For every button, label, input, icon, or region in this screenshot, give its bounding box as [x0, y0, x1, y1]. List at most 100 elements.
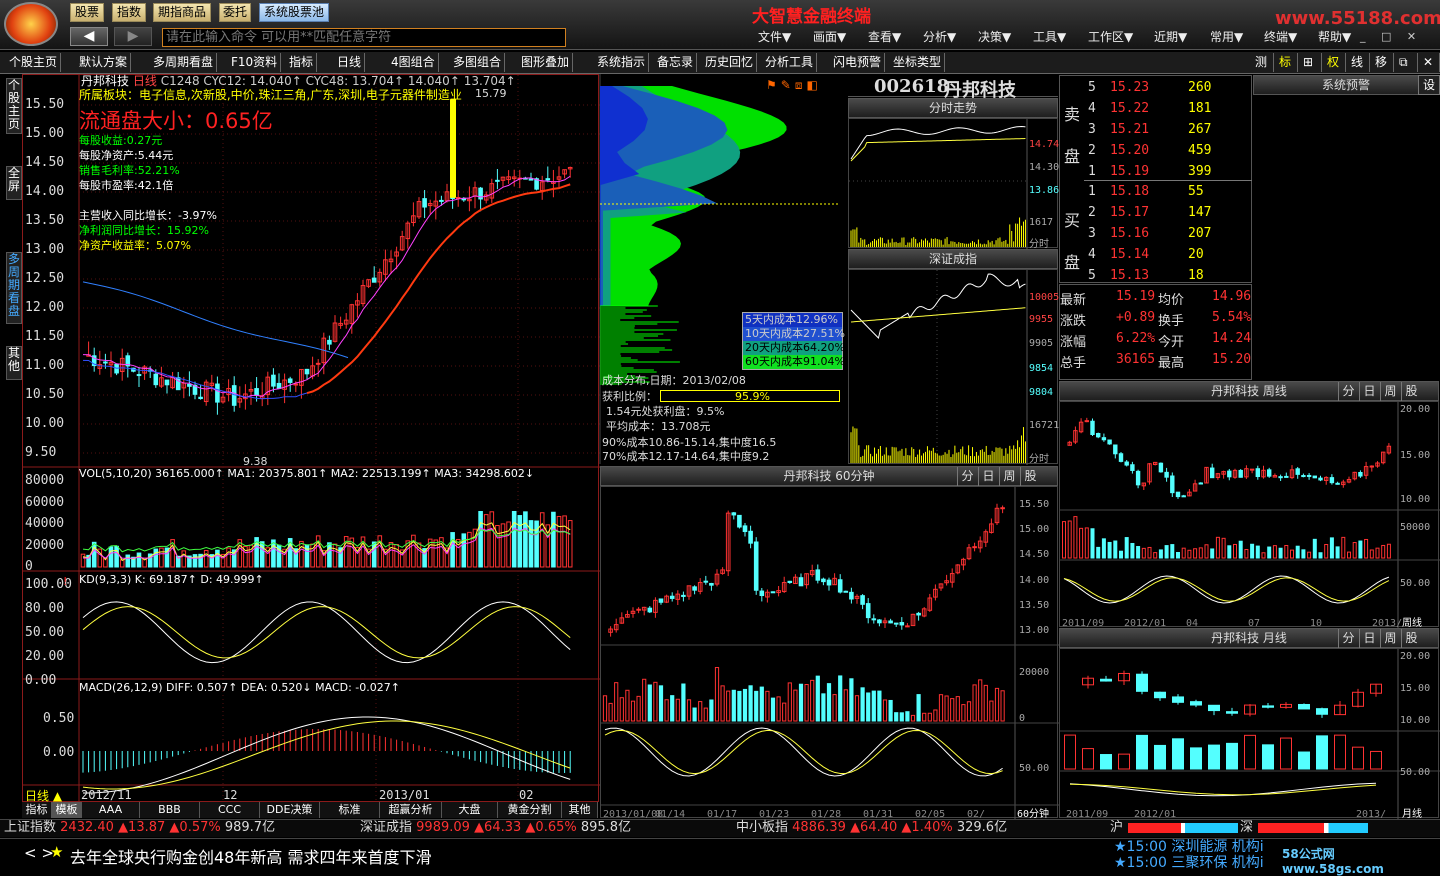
order-row[interactable]: 1 15.18 55 [1088, 184, 1204, 199]
index-sme[interactable]: 中小板指 4886.39 ▲64.40 ▲1.40% 329.6亿 [736, 820, 1007, 836]
order-row[interactable]: 5 15.13 18 [1088, 268, 1204, 283]
menu-help[interactable]: 帮助▼ [1318, 29, 1351, 45]
stock-button[interactable]: 股票 [70, 3, 104, 22]
monthly-btn-fen[interactable]: 分 [1338, 629, 1358, 649]
order-row[interactable]: 3 15.21 267 [1088, 122, 1211, 137]
m60-btn-stock[interactable]: 股 [1020, 467, 1040, 487]
line-tool[interactable]: 线 [1348, 53, 1370, 72]
order-row[interactable]: 4 15.14 20 [1088, 247, 1204, 262]
tab-memo[interactable]: 备忘录 [654, 53, 698, 72]
cost-distribution-panel[interactable]: ⚑✎⧈◧ 5天内成本12.96% 10天内成本27.51% 20天内成本64.2… [599, 74, 846, 464]
weekly-btn-stock[interactable]: 股 [1401, 382, 1421, 402]
bottom-tab-market[interactable]: 大盘 [442, 802, 498, 818]
order-row[interactable]: 4 15.22 181 [1088, 101, 1211, 116]
news-item-1[interactable]: ★15:00 深圳能源 机构i [1114, 839, 1264, 855]
alert-marker-icon[interactable]: ! [63, 575, 67, 588]
window-controls[interactable]: _ □ ✕ [1360, 30, 1422, 43]
bottom-tab-dde[interactable]: DDE决策 [260, 802, 320, 818]
side-tab-multiperiod[interactable]: 多周期看盘 [6, 252, 22, 324]
menu-screen[interactable]: 画面▼ [813, 29, 846, 45]
intraday-header[interactable]: 分时走势 [848, 98, 1058, 118]
tab-f10[interactable]: F10资料 [228, 53, 282, 72]
measure-tool[interactable]: 测 [1252, 53, 1274, 72]
bottom-tab-bbb[interactable]: BBB [140, 802, 200, 818]
weekly-btn-week[interactable]: 周 [1380, 382, 1400, 402]
tab-flash-alert[interactable]: 闪电预警 [830, 53, 886, 72]
menu-file[interactable]: 文件▼ [758, 29, 791, 45]
side-tab-home[interactable]: 个股主页 [6, 78, 22, 134]
index-sz[interactable]: 深证成指 9989.09 ▲64.33 ▲0.65% 895.8亿 [360, 820, 631, 836]
order-row[interactable]: 2 15.17 147 [1088, 205, 1211, 220]
back-icon[interactable]: ◀ [70, 27, 108, 46]
m60-btn-week[interactable]: 周 [999, 467, 1019, 487]
rights-tool[interactable]: 权 [1324, 53, 1346, 72]
bottom-tab-template[interactable]: 模板 [52, 802, 82, 818]
menu-workspace[interactable]: 工作区▼ [1088, 29, 1133, 45]
menu-common[interactable]: 常用▼ [1210, 29, 1243, 45]
futures-button[interactable]: 期指商品 [153, 3, 211, 22]
side-tab-other[interactable]: 其他 [6, 346, 22, 380]
tab-home[interactable]: 个股主页 [6, 53, 62, 72]
weekly-btn-day[interactable]: 日 [1359, 382, 1379, 402]
m60-btn-fen[interactable]: 分 [957, 467, 977, 487]
weekly-chart[interactable]: 2011/09 2012/01 04 07 10 2013/ 20.00 15.00 10.0… [1059, 401, 1440, 629]
bottom-tab-other[interactable]: 其他 [562, 802, 598, 818]
move-tool[interactable]: 移 [1372, 53, 1394, 72]
tab-overlay[interactable]: 图形叠加 [518, 53, 574, 72]
menu-decision[interactable]: 决策▼ [978, 29, 1011, 45]
intraday-chart[interactable]: 14.74 14.30 13.86 1617 分时 [848, 118, 1059, 250]
forward-icon[interactable]: ▶ [114, 27, 152, 46]
m60-btn-day[interactable]: 日 [978, 467, 998, 487]
order-row[interactable]: 3 15.16 207 [1088, 226, 1211, 241]
tab-axis-type[interactable]: 坐标类型 [890, 53, 946, 72]
alert-settings-button[interactable]: 设 [1418, 75, 1440, 95]
monthly-btn-stock[interactable]: 股 [1401, 629, 1421, 649]
bottom-tab-golden[interactable]: 黄金分割 [498, 802, 562, 818]
alert-header[interactable]: 系统预警 [1253, 75, 1439, 95]
menu-terminal[interactable]: 终端▼ [1264, 29, 1297, 45]
weekly-btn-fen[interactable]: 分 [1338, 382, 1358, 402]
ticker-text[interactable]: 去年全球央行购金创48年新高 需求四年来首度下滑 [70, 844, 431, 868]
order-row[interactable]: 5 15.23 260 [1088, 80, 1211, 95]
window-tool[interactable]: ⧉ [1396, 53, 1418, 72]
monthly-header[interactable]: 丹邦科技 月线 分 日 周 股 [1059, 628, 1439, 649]
monthly-btn-week[interactable]: 周 [1380, 629, 1400, 649]
daily-chart-panel[interactable]: 2012/11 12 2013/01 02 丹邦科技 日线 C1248 CYC12: … [22, 74, 600, 803]
command-input[interactable]: 请在此输入命令 可以用**匹配任意字符 [162, 28, 566, 47]
trade-button[interactable]: 委托 [219, 3, 251, 22]
index-sh[interactable]: 上证指数 2432.40 ▲13.87 ▲0.57% 989.7亿 [4, 820, 275, 836]
szindex-chart[interactable]: 10005 9955 9905 9854 9804 16721 分时 [848, 269, 1059, 465]
bottom-tab-standard[interactable]: 标准 [320, 802, 380, 818]
m60-header[interactable]: 丹邦科技 60分钟 分 日 周 股 [600, 466, 1058, 487]
szindex-header[interactable]: 深证成指 [848, 249, 1058, 269]
tab-analysis-tools[interactable]: 分析工具 [762, 53, 818, 72]
m60-chart[interactable]: 2013/01/08 01/14 01/17 01/23 01/28 01/31 02/05… [600, 486, 1059, 820]
bottom-tab-ccc[interactable]: CCC [200, 802, 260, 818]
index-button[interactable]: 指数 [112, 3, 146, 22]
tab-4chart[interactable]: 4图组合 [388, 53, 439, 72]
tab-history[interactable]: 历史回忆 [702, 53, 758, 72]
tab-system[interactable]: 系统指示 [594, 53, 650, 72]
stock-pool-button[interactable]: 系统股票池 [259, 3, 329, 22]
close-tool[interactable]: ✕ [1420, 53, 1440, 72]
order-row[interactable]: 2 15.20 459 [1088, 143, 1211, 158]
news-item-2[interactable]: ★15:00 三聚环保 机构i [1114, 855, 1264, 871]
order-row[interactable]: 1 15.19 399 [1088, 164, 1211, 179]
tab-multichart[interactable]: 多图组合 [450, 53, 506, 72]
bottom-tab-indicator[interactable]: 指标 [22, 802, 52, 818]
menu-view[interactable]: 查看▼ [868, 29, 901, 45]
bottom-tab-aaa[interactable]: AAA [82, 802, 140, 818]
monthly-chart[interactable]: 2011/09 2012/01 2013/ 20.00 15.00 10.00 50.00… [1059, 648, 1440, 820]
monthly-btn-day[interactable]: 日 [1359, 629, 1379, 649]
menu-recent[interactable]: 近期▼ [1154, 29, 1187, 45]
cost-toolbar-icons[interactable]: ⚑✎⧈◧ [766, 78, 822, 93]
tab-default[interactable]: 默认方案 [76, 53, 132, 72]
menu-analysis[interactable]: 分析▼ [923, 29, 956, 45]
weekly-header[interactable]: 丹邦科技 周线 分 日 周 股 [1059, 381, 1439, 402]
mark-tool[interactable]: 标 [1276, 53, 1298, 72]
side-tab-fullscreen[interactable]: 全屏 [6, 166, 22, 200]
app-logo[interactable] [4, 2, 58, 46]
tab-daily[interactable]: 日线 [334, 53, 366, 72]
menu-tools[interactable]: 工具▼ [1033, 29, 1066, 45]
bottom-tab-super[interactable]: 超赢分析 [380, 802, 442, 818]
